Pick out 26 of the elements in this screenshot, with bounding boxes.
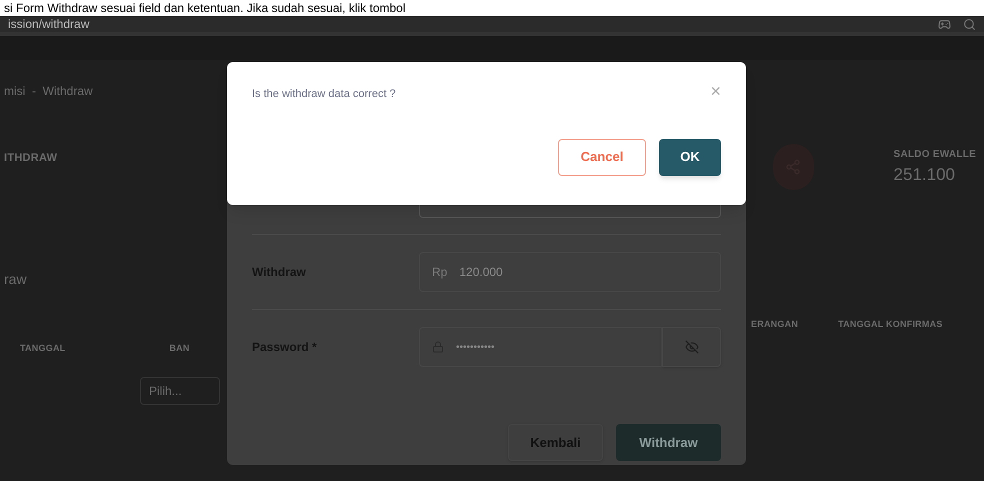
section-title: ITHDRAW [4, 151, 58, 166]
balance-value: 251.100 [894, 164, 956, 186]
column-header: ERANGAN [751, 318, 798, 331]
history-title: raw [4, 270, 28, 288]
primary-button[interactable]: Withdraw [616, 424, 721, 461]
search-icon[interactable] [963, 18, 976, 30]
url-text: ission/withdraw [8, 16, 90, 33]
gamepad-icon[interactable] [938, 18, 951, 30]
balance-label: SALDO EWALLE [894, 148, 976, 162]
column-header: TANGGAL [20, 342, 66, 354]
amount-value: 120.000 [459, 264, 503, 281]
breadcrumb: misi - Withdraw [4, 83, 94, 100]
password-value: ••••••••••• [456, 340, 495, 354]
primary-button[interactable]: OK [659, 138, 721, 176]
currency-prefix: Rp [432, 264, 448, 281]
share-badge [773, 144, 814, 190]
column-header: BAN [169, 342, 190, 354]
password-field[interactable]: ••••••••••• [419, 327, 662, 367]
secondary-button[interactable]: Cancel [558, 138, 646, 176]
column-header: TANGGAL KONFIRMAS [838, 318, 943, 331]
select-field[interactable]: Pilih... [140, 377, 220, 405]
visibility-toggle-icon[interactable] [662, 327, 721, 367]
close-button[interactable]: × [710, 82, 721, 100]
amount-field[interactable]: Rp 120.000 [419, 252, 721, 292]
confirm-message: Is the withdraw data correct ? [252, 87, 396, 102]
instruction-text: si Form Withdraw sesuai field dan ketentuan. Jika sudah sesuai, klik tombol [4, 2, 406, 14]
